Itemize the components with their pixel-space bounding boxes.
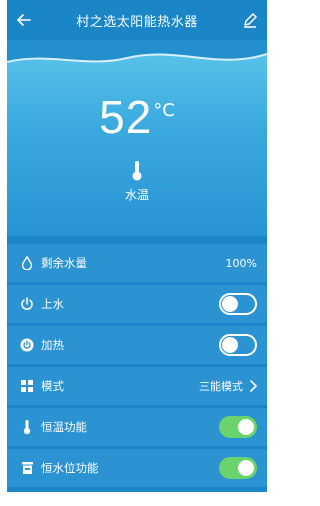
chevron-right-icon — [249, 380, 257, 392]
row-constant-level: 恒水位功能 — [7, 449, 267, 487]
edit-button[interactable] — [239, 9, 261, 31]
toggle-knob — [238, 460, 254, 476]
arrow-left-icon — [17, 14, 31, 26]
page-title: 村之选太阳能热水器 — [76, 14, 198, 30]
toggle-knob — [222, 337, 238, 353]
constant-temp-toggle[interactable] — [219, 416, 257, 438]
row-label: 恒温功能 — [41, 420, 87, 434]
thermometer-icon — [132, 161, 142, 181]
water-drop-icon — [19, 255, 35, 271]
mode-value: 三能模式 — [199, 380, 243, 393]
toggle-knob — [238, 419, 254, 435]
fill-water-toggle[interactable] — [219, 293, 257, 315]
tank-icon — [19, 460, 35, 476]
water-temp-label: 水温 — [124, 188, 149, 202]
row-label: 恒水位功能 — [41, 461, 99, 475]
grid-icon — [19, 378, 35, 394]
row-fill-water: 上水 — [7, 285, 267, 323]
row-label: 上水 — [41, 297, 64, 311]
wave-decoration — [7, 40, 267, 63]
constant-level-toggle[interactable] — [219, 457, 257, 479]
heating-toggle[interactable] — [219, 334, 257, 356]
power-circle-icon — [19, 337, 35, 353]
power-icon — [19, 296, 35, 312]
toggle-knob — [222, 296, 238, 312]
pencil-icon — [244, 13, 257, 28]
app-screen: 村之选太阳能热水器 52°C 水温 剩余水量 100% 上水 加热 模式 三能模… — [7, 0, 267, 492]
temperature-panel: 52°C 水温 — [7, 40, 267, 236]
row-heating: 加热 — [7, 326, 267, 364]
row-label: 加热 — [41, 338, 64, 352]
row-water-level: 剩余水量 100% — [7, 244, 267, 282]
control-list: 剩余水量 100% 上水 加热 模式 三能模式 恒温功能 恒水位功能 — [7, 244, 267, 490]
temperature-unit: °C — [153, 100, 175, 121]
row-mode[interactable]: 模式 三能模式 — [7, 367, 267, 405]
row-label: 模式 — [41, 379, 64, 393]
temperature-value: 52 — [99, 91, 153, 143]
temperature-display: 52°C — [7, 90, 267, 144]
row-label: 剩余水量 — [41, 256, 87, 270]
thermometer-icon — [19, 419, 35, 435]
back-button[interactable] — [13, 10, 35, 30]
water-level-value: 100% — [225, 256, 257, 270]
header-bar: 村之选太阳能热水器 — [7, 0, 267, 40]
row-constant-temp: 恒温功能 — [7, 408, 267, 446]
